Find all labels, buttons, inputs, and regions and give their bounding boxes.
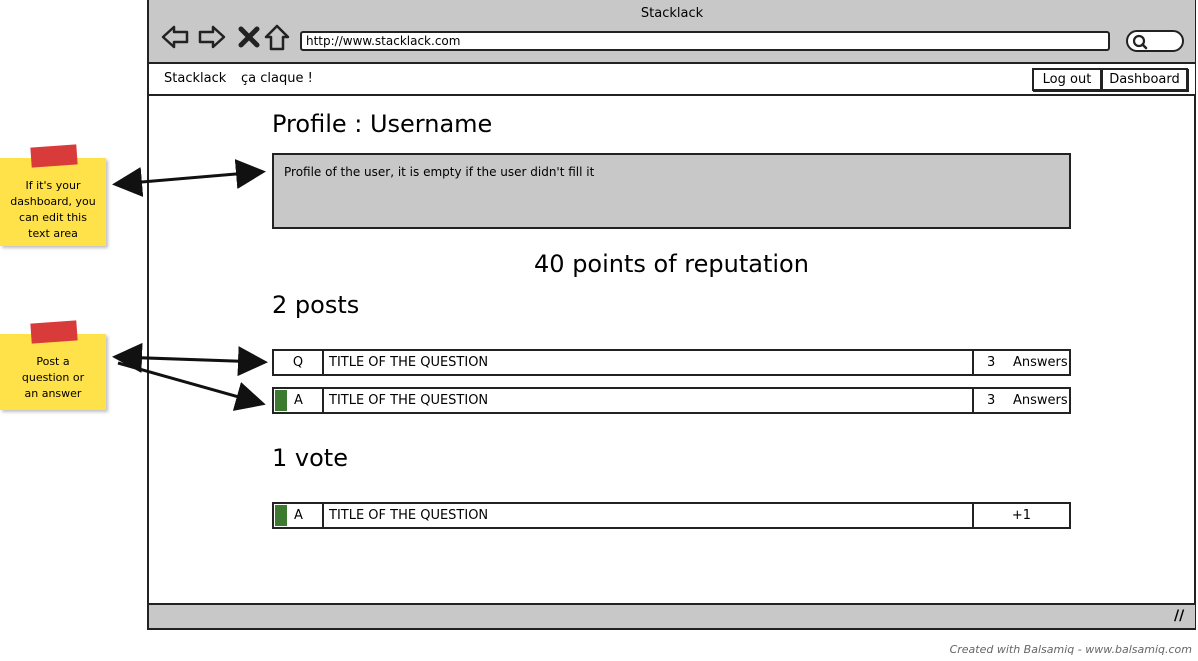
arrow-to-question-row: [112, 342, 268, 377]
arrow-to-answer-row: [117, 361, 266, 411]
credit-text: Created with Balsamiq - www.balsamiq.com: [949, 643, 1192, 656]
arrow-to-profile-area: [112, 159, 266, 197]
annotation-arrows: [112, 159, 268, 411]
